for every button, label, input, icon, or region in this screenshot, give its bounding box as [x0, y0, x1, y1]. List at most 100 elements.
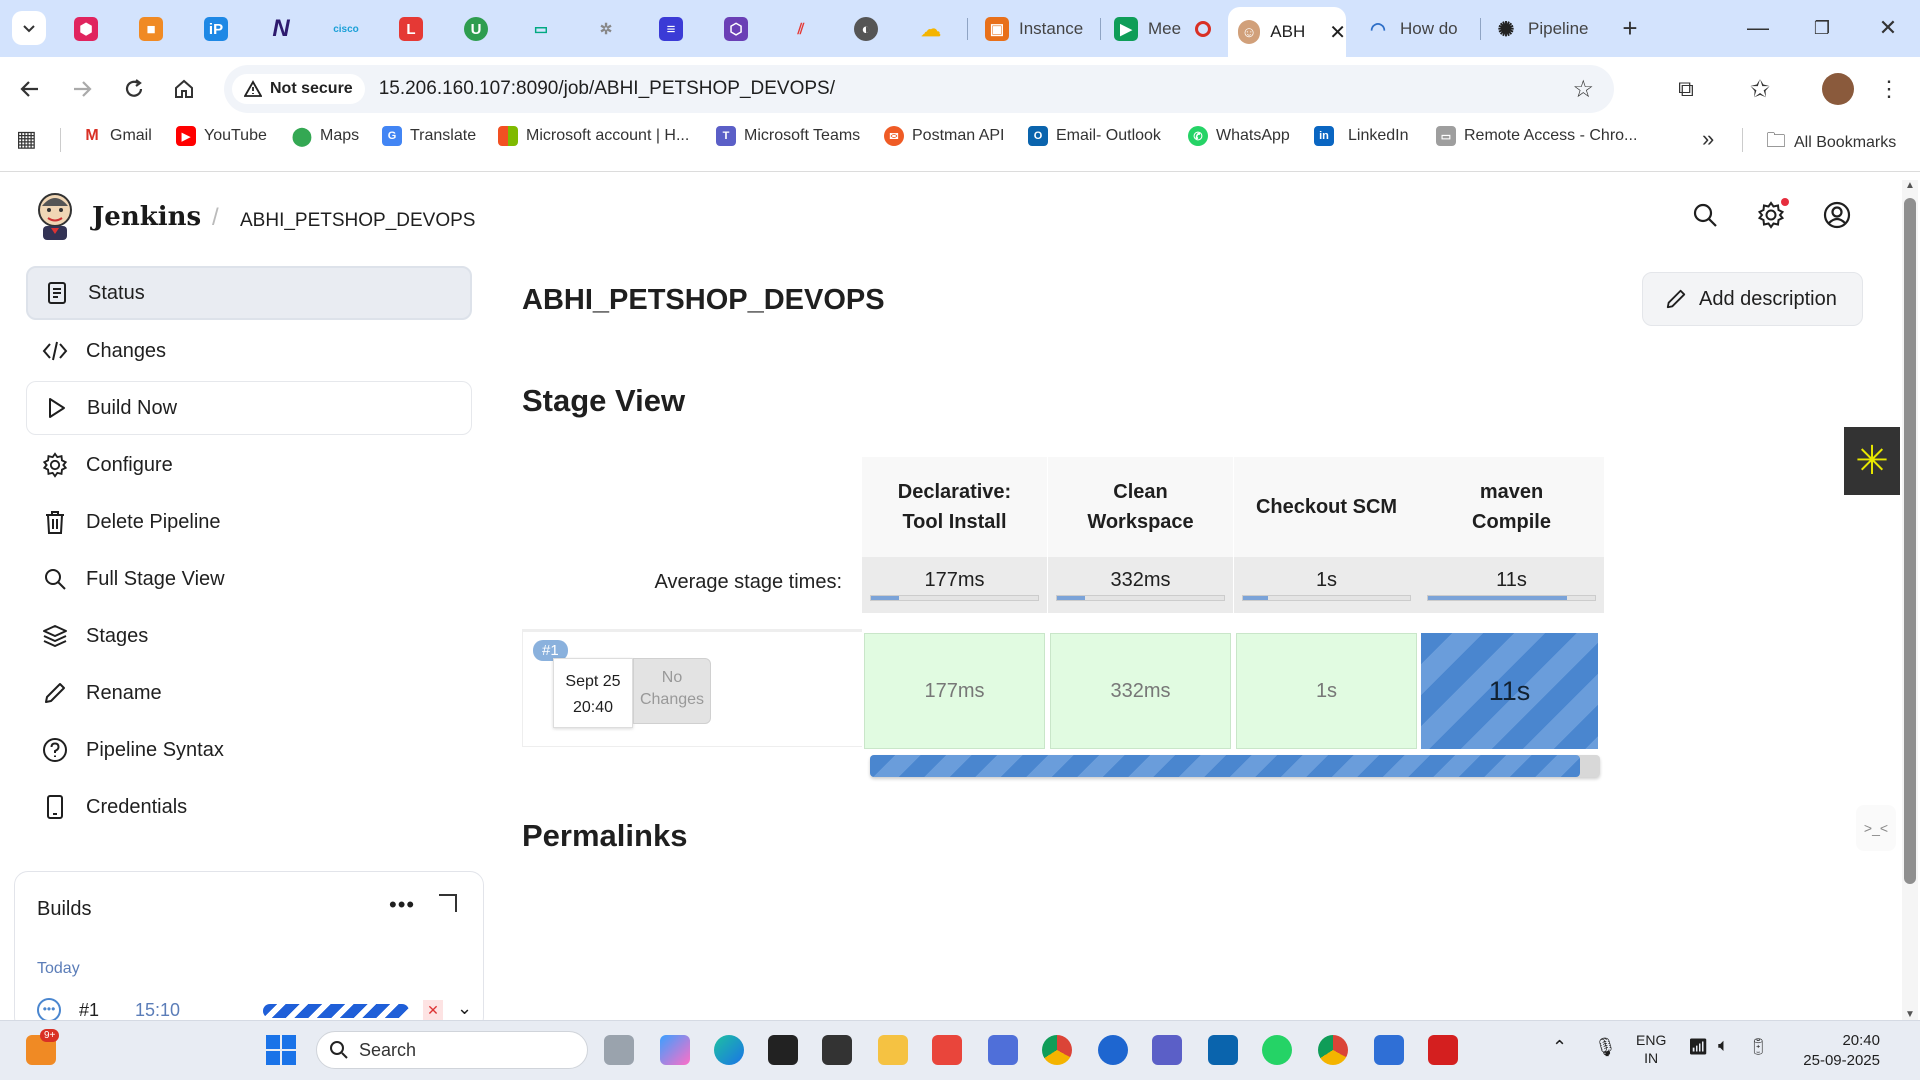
security-chip[interactable]: Not secure: [232, 74, 365, 104]
tab-pinned-9[interactable]: ✲: [586, 9, 626, 49]
outlook-icon[interactable]: [1208, 1035, 1238, 1065]
build-date-box[interactable]: Sept 25 20:40: [553, 658, 633, 728]
restore-button[interactable]: ❐: [1804, 12, 1840, 44]
bookmark-youtube[interactable]: ▶ YouTube: [176, 126, 267, 146]
bookmark-translate[interactable]: G Translate: [382, 126, 476, 146]
bookmark-microsoft-account[interactable]: Microsoft account | H...: [498, 126, 689, 146]
tab-pinned-7[interactable]: U: [456, 9, 496, 49]
all-bookmarks[interactable]: 🗀 All Bookmarks: [1766, 126, 1896, 160]
menu-button[interactable]: ⋮: [1874, 73, 1904, 105]
floating-widget[interactable]: ✳: [1844, 427, 1900, 495]
stage-cell-2[interactable]: 332ms: [1050, 633, 1231, 749]
bookmark-teams[interactable]: T Microsoft Teams: [716, 126, 860, 146]
more-bookmarks-button[interactable]: »: [1702, 126, 1714, 152]
breadcrumb[interactable]: ABHI_PETSHOP_DEVOPS: [240, 210, 475, 232]
stage-cell-1[interactable]: 177ms: [864, 633, 1045, 749]
snipping-tool-icon[interactable]: [988, 1035, 1018, 1065]
tab-pinned-8[interactable]: ▭: [521, 9, 561, 49]
star-icon[interactable]: ☆: [1572, 75, 1594, 104]
forward-button[interactable]: [66, 73, 98, 105]
start-button[interactable]: [266, 1035, 296, 1065]
reload-button[interactable]: [118, 73, 150, 105]
wifi-icon[interactable]: 📶︎: [1688, 1037, 1708, 1057]
sidebar-item-full-stage-view[interactable]: Full Stage View: [26, 552, 472, 606]
bookmark-whatsapp[interactable]: ✆ WhatsApp: [1188, 126, 1290, 146]
terminal-icon[interactable]: [768, 1035, 798, 1065]
sidebar-item-delete-pipeline[interactable]: Delete Pipeline: [26, 495, 472, 549]
tab-how-do[interactable]: ◠ How do: [1356, 9, 1478, 49]
abort-build-button[interactable]: ✕: [423, 1000, 443, 1020]
bookmark-linkedin[interactable]: in LinkedIn: [1314, 126, 1409, 146]
teams-icon[interactable]: [1152, 1035, 1182, 1065]
battery-icon[interactable]: 🔋︎: [1748, 1037, 1768, 1057]
language-indicator[interactable]: ENG IN: [1636, 1031, 1666, 1067]
tab-pinned-12[interactable]: ⫽: [781, 9, 821, 49]
jenkins-brand[interactable]: Jenkins: [92, 202, 201, 232]
tab-jenkins-active[interactable]: ☺ ABH ✕: [1228, 7, 1346, 57]
home-button[interactable]: [168, 73, 200, 105]
new-tab-button[interactable]: +: [1614, 12, 1646, 44]
manage-jenkins-button[interactable]: [1754, 198, 1789, 232]
builds-more-button[interactable]: •••: [389, 892, 415, 918]
acrobat-icon[interactable]: [1428, 1035, 1458, 1065]
chrome-active-icon[interactable]: [1318, 1035, 1348, 1065]
profile-avatar[interactable]: [1822, 73, 1854, 105]
extensions-button[interactable]: ⧉: [1670, 73, 1702, 105]
tab-meet[interactable]: ▶ Mee: [1104, 9, 1224, 49]
tab-pinned-2[interactable]: ■: [131, 9, 171, 49]
back-button[interactable]: [14, 73, 46, 105]
speaker-icon[interactable]: 🔈︎: [1718, 1035, 1729, 1056]
favorites-button[interactable]: ✩: [1744, 73, 1776, 105]
minimize-button[interactable]: —: [1740, 12, 1776, 44]
close-tab-icon[interactable]: ✕: [1329, 20, 1346, 45]
tab-pinned-4[interactable]: N: [261, 9, 301, 49]
tab-pinned-11[interactable]: ⬡: [716, 9, 756, 49]
remote-desktop-icon[interactable]: [1374, 1035, 1404, 1065]
jenkins-search-button[interactable]: [1688, 198, 1722, 232]
jenkins-logo[interactable]: [34, 190, 76, 242]
stage-cell-3[interactable]: 1s: [1236, 633, 1417, 749]
add-description-button[interactable]: Add description: [1642, 272, 1863, 326]
chrome-icon[interactable]: [1042, 1035, 1072, 1065]
sidebar-item-rename[interactable]: Rename: [26, 666, 472, 720]
sidebar-item-stages[interactable]: Stages: [26, 609, 472, 663]
git-icon[interactable]: [932, 1035, 962, 1065]
tab-pipeline[interactable]: ✺ Pipeline: [1484, 9, 1606, 49]
clock[interactable]: 20:40 25-09-2025: [1784, 1031, 1880, 1071]
url-text[interactable]: 15.206.160.107:8090/job/ABHI_PETSHOP_DEV…: [379, 78, 835, 100]
bookmark-outlook[interactable]: O Email- Outlook: [1028, 126, 1161, 146]
bookmark-remote-access[interactable]: ▭ Remote Access - Chro...: [1436, 126, 1637, 146]
console-icon[interactable]: [822, 1035, 852, 1065]
chevron-up-icon[interactable]: ⌃: [1552, 1037, 1567, 1058]
tab-search-button[interactable]: [12, 11, 46, 45]
page-scrollbar[interactable]: ▲ ▼: [1902, 180, 1918, 1020]
tab-pinned-10[interactable]: ≡: [651, 9, 691, 49]
close-window-button[interactable]: ✕: [1870, 12, 1906, 44]
tab-pinned-13[interactable]: ◐: [846, 9, 886, 49]
tab-pinned-3[interactable]: iP: [196, 9, 236, 49]
microphone-icon[interactable]: 🎙︎: [1594, 1037, 1617, 1058]
sidebar-item-pipeline-syntax[interactable]: Pipeline Syntax: [26, 723, 472, 777]
react-app-icon[interactable]: [1098, 1035, 1128, 1065]
bookmark-maps[interactable]: ⬤ Maps: [292, 126, 359, 146]
apps-button[interactable]: ▦: [16, 126, 37, 152]
sidebar-item-configure[interactable]: Configure: [26, 438, 472, 492]
edge-icon[interactable]: [714, 1035, 744, 1065]
sidebar-item-changes[interactable]: Changes: [26, 324, 472, 378]
stage-view-scrollbar[interactable]: [870, 755, 1600, 777]
sidebar-item-build-now[interactable]: Build Now: [26, 381, 472, 435]
taskbar-search[interactable]: Search: [316, 1031, 588, 1069]
tab-pinned-6[interactable]: L: [391, 9, 431, 49]
task-view-icon[interactable]: [604, 1035, 634, 1065]
address-bar[interactable]: Not secure 15.206.160.107:8090/job/ABHI_…: [224, 65, 1614, 113]
sidebar-item-credentials[interactable]: Credentials: [26, 780, 472, 834]
tab-pinned-1[interactable]: ⬢: [66, 9, 106, 49]
copilot-icon[interactable]: [660, 1035, 690, 1065]
tab-instance[interactable]: ▣ Instance: [975, 9, 1095, 49]
side-tool-button[interactable]: >_<: [1856, 805, 1896, 851]
expand-icon[interactable]: [439, 894, 457, 912]
bookmark-gmail[interactable]: M Gmail: [82, 126, 151, 146]
file-explorer-icon[interactable]: [878, 1035, 908, 1065]
whatsapp-icon[interactable]: [1262, 1035, 1292, 1065]
stage-cell-4-running[interactable]: 11s: [1421, 633, 1598, 749]
